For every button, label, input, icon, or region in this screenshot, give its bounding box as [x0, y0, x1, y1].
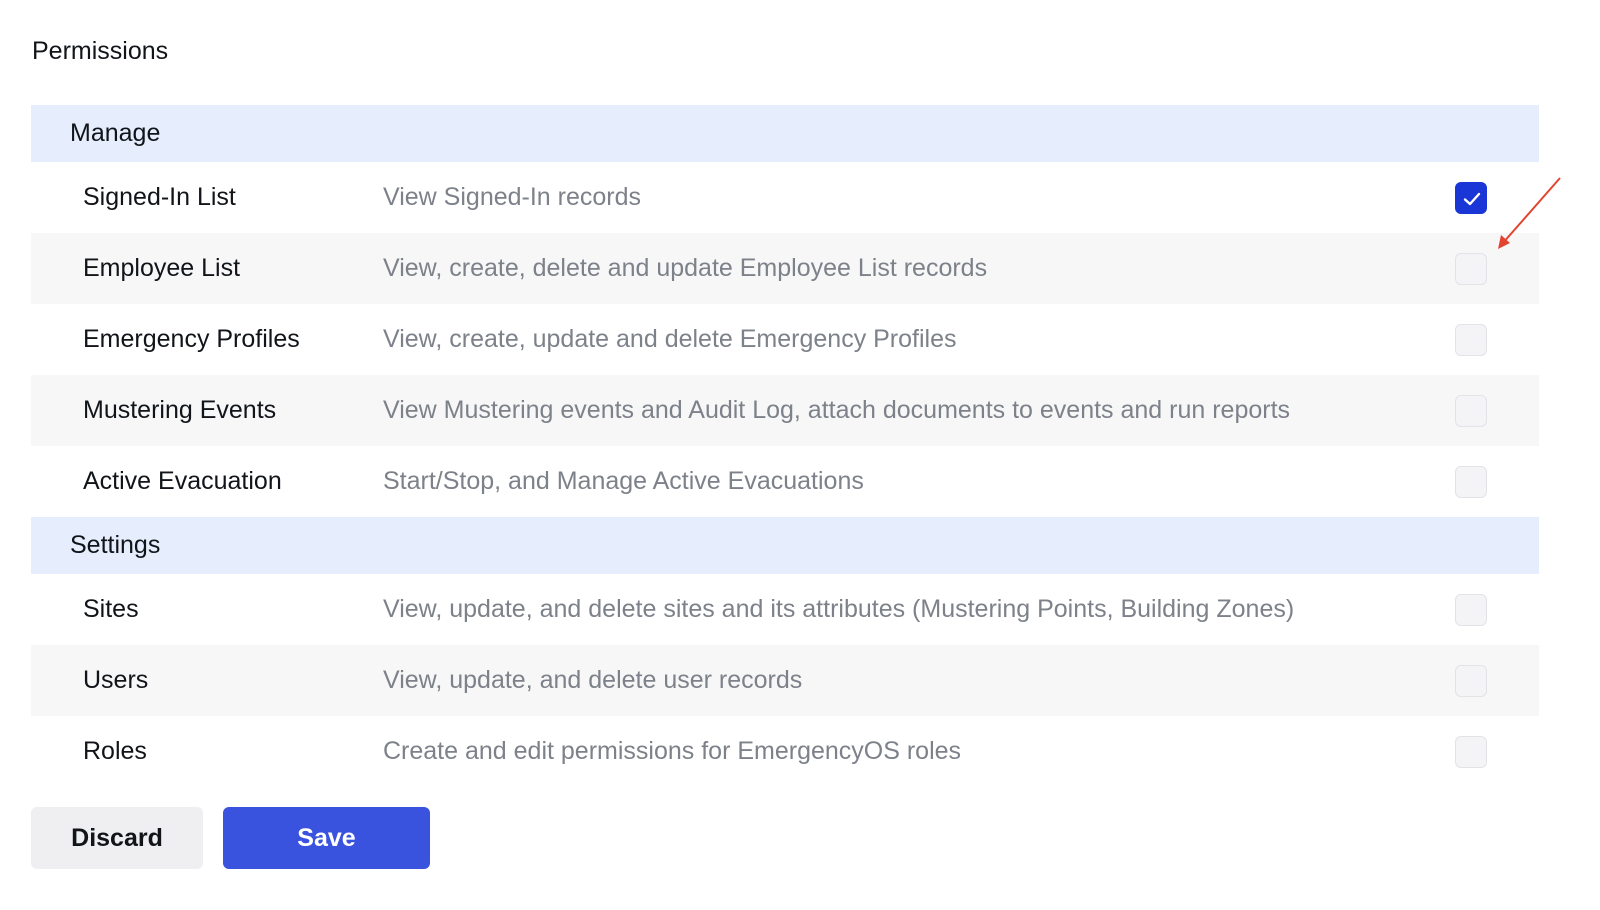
permission-description: View, update, and delete sites and its a… — [383, 595, 1295, 623]
section-header-manage: Manage — [31, 105, 1539, 162]
permission-name: Users — [83, 666, 149, 694]
permissions-page: Permissions Manage Signed-In List View S… — [0, 0, 1600, 910]
permission-description: View, create, delete and update Employee… — [383, 254, 988, 282]
permission-checkbox-users[interactable] — [1455, 664, 1487, 697]
permission-name: Sites — [83, 595, 139, 623]
form-actions: Discard Save — [31, 807, 430, 869]
red-arrow-annotation-icon — [1498, 177, 1561, 249]
permission-description: View Signed-In records — [383, 183, 642, 211]
permission-checkbox-signed-in-list[interactable] — [1455, 181, 1487, 214]
permission-name: Emergency Profiles — [83, 325, 300, 353]
permission-row-roles: Roles Create and edit permissions for Em… — [31, 716, 1539, 787]
permission-row-mustering-events: Mustering Events View Mustering events a… — [31, 375, 1539, 446]
permission-checkbox-mustering-events[interactable] — [1455, 394, 1487, 427]
permission-checkbox-active-evacuation[interactable] — [1455, 465, 1487, 498]
permission-name: Signed-In List — [83, 183, 236, 211]
discard-button[interactable]: Discard — [31, 807, 203, 869]
permission-name: Employee List — [83, 254, 241, 282]
permission-name: Mustering Events — [83, 396, 277, 424]
section-header-settings: Settings — [31, 517, 1539, 574]
permission-description: Create and edit permissions for Emergenc… — [383, 737, 962, 765]
permission-row-active-evacuation: Active Evacuation Start/Stop, and Manage… — [31, 446, 1539, 517]
permission-checkbox-emergency-profiles[interactable] — [1455, 323, 1487, 356]
permission-row-signed-in-list: Signed-In List View Signed-In records — [31, 162, 1539, 233]
permissions-table: Manage Signed-In List View Signed-In rec… — [31, 105, 1539, 787]
permission-name: Active Evacuation — [83, 467, 282, 495]
permission-row-sites: Sites View, update, and delete sites and… — [31, 574, 1539, 645]
permission-description: View, update, and delete user records — [383, 666, 803, 694]
permission-checkbox-sites[interactable] — [1455, 593, 1487, 626]
permission-row-users: Users View, update, and delete user reco… — [31, 645, 1539, 716]
permission-description: View, create, update and delete Emergenc… — [383, 325, 957, 353]
permission-name: Roles — [83, 737, 147, 765]
permission-checkbox-employee-list[interactable] — [1455, 252, 1487, 285]
permission-row-emergency-profiles: Emergency Profiles View, create, update … — [31, 304, 1539, 375]
permission-description: View Mustering events and Audit Log, att… — [383, 396, 1291, 424]
permission-checkbox-roles[interactable] — [1455, 735, 1487, 768]
save-button[interactable]: Save — [223, 807, 430, 869]
permission-description: Start/Stop, and Manage Active Evacuation… — [383, 467, 864, 495]
page-title: Permissions — [32, 37, 169, 65]
check-icon — [1463, 192, 1481, 205]
permission-row-employee-list: Employee List View, create, delete and u… — [31, 233, 1539, 304]
